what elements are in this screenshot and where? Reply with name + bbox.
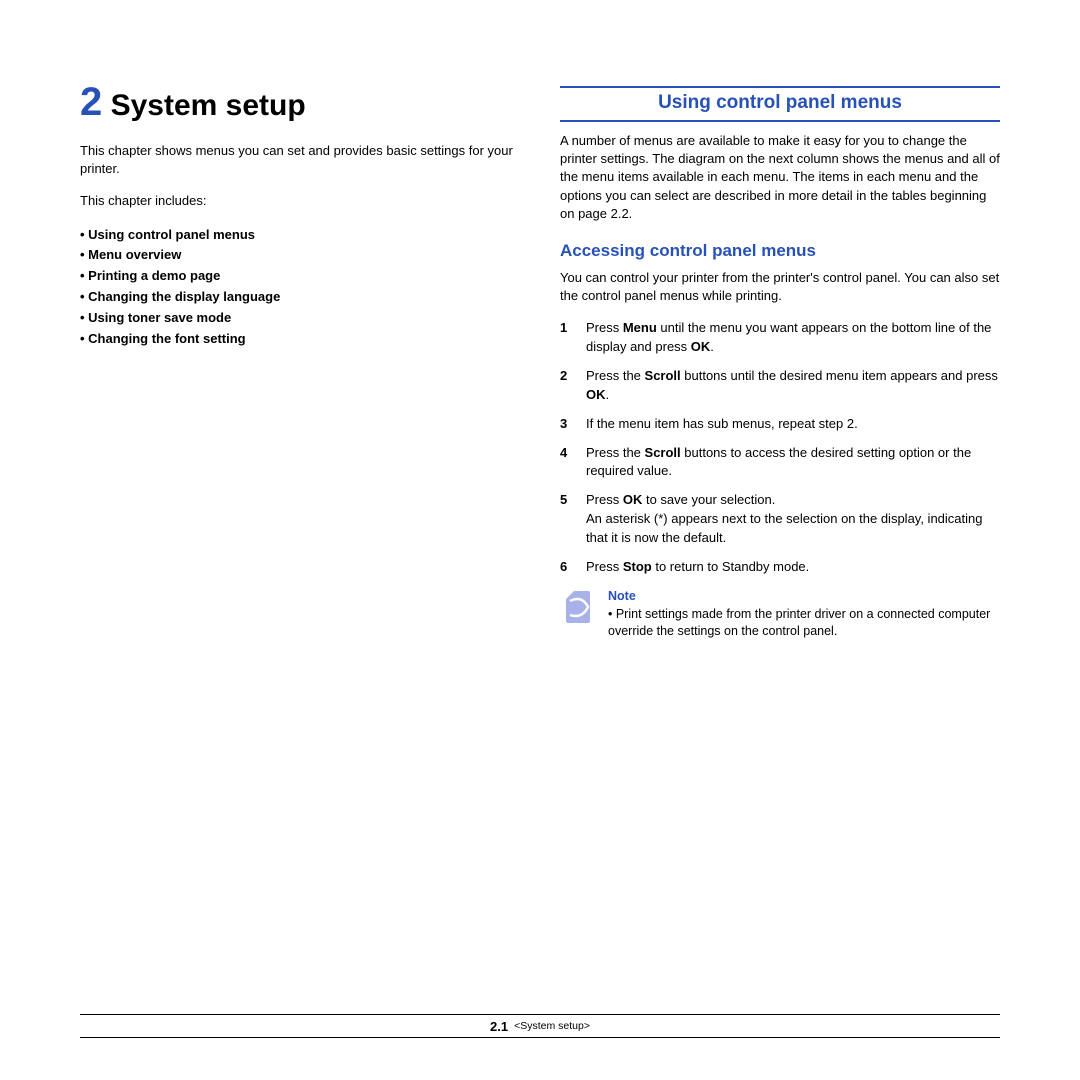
note-content: Note • Print settings made from the prin… (608, 589, 1000, 641)
step-item: 1 Press Menu until the menu you want appe… (560, 319, 1000, 357)
intro-text: This chapter shows menus you can set and… (80, 142, 520, 178)
step-item: 5Press OK to save your selection.An aste… (560, 491, 1000, 548)
note-title: Note (608, 589, 1000, 603)
chapter-number: 2 (80, 80, 102, 124)
step-text: Press Stop to return to Standby mode. (586, 558, 809, 577)
footer-chapter-name: <System setup> (514, 1020, 590, 1032)
chapter-title: 2 System setup (80, 80, 520, 124)
toc-item[interactable]: Printing a demo page (80, 266, 520, 287)
step-number: 1 (560, 319, 574, 357)
numbered-steps: 1 Press Menu until the menu you want appe… (560, 319, 1000, 576)
step-item: 3 If the menu item has sub menus, repeat … (560, 415, 1000, 434)
step-text: Press the Scroll buttons until the desir… (586, 367, 1000, 405)
step-number: 3 (560, 415, 574, 434)
step-item: 4 Press the Scroll buttons to access the … (560, 444, 1000, 482)
left-column: 2 System setup This chapter shows menus … (80, 80, 520, 641)
footer-page-number: 2.1 (490, 1019, 508, 1034)
note-icon (560, 589, 596, 629)
includes-label: This chapter includes: (80, 192, 520, 210)
chapter-name: System setup (111, 89, 306, 122)
two-column-layout: 2 System setup This chapter shows menus … (80, 80, 1000, 641)
step-item: 2 Press the Scroll buttons until the desi… (560, 367, 1000, 405)
right-column: Using control panel menus A number of me… (560, 80, 1000, 641)
toc-item[interactable]: Using control panel menus (80, 225, 520, 246)
page-footer: 2.1 <System setup> (80, 1014, 1000, 1038)
chapter-toc: Using control panel menus Menu overview … (80, 225, 520, 350)
toc-item[interactable]: Changing the font setting (80, 329, 520, 350)
toc-item[interactable]: Using toner save mode (80, 308, 520, 329)
step-item: 6 Press Stop to return to Standby mode. (560, 558, 1000, 577)
sub-heading: Accessing control panel menus (560, 241, 1000, 261)
section-heading: Using control panel menus (560, 86, 1000, 122)
step-number: 2 (560, 367, 574, 405)
sub-body: You can control your printer from the pr… (560, 269, 1000, 305)
section-body: A number of menus are available to make … (560, 132, 1000, 223)
note-text: • Print settings made from the printer d… (608, 606, 1000, 641)
step-text: Press OK to save your selection.An aster… (586, 491, 1000, 548)
step-number: 6 (560, 558, 574, 577)
step-text: Press Menu until the menu you want appea… (586, 319, 1000, 357)
page: 2 System setup This chapter shows menus … (0, 0, 1080, 1080)
note-block: Note • Print settings made from the prin… (560, 589, 1000, 641)
toc-item[interactable]: Menu overview (80, 245, 520, 266)
toc-item[interactable]: Changing the display language (80, 287, 520, 308)
step-number: 5 (560, 491, 574, 548)
step-text: If the menu item has sub menus, repeat s… (586, 415, 858, 434)
step-text: Press the Scroll buttons to access the d… (586, 444, 1000, 482)
step-number: 4 (560, 444, 574, 482)
